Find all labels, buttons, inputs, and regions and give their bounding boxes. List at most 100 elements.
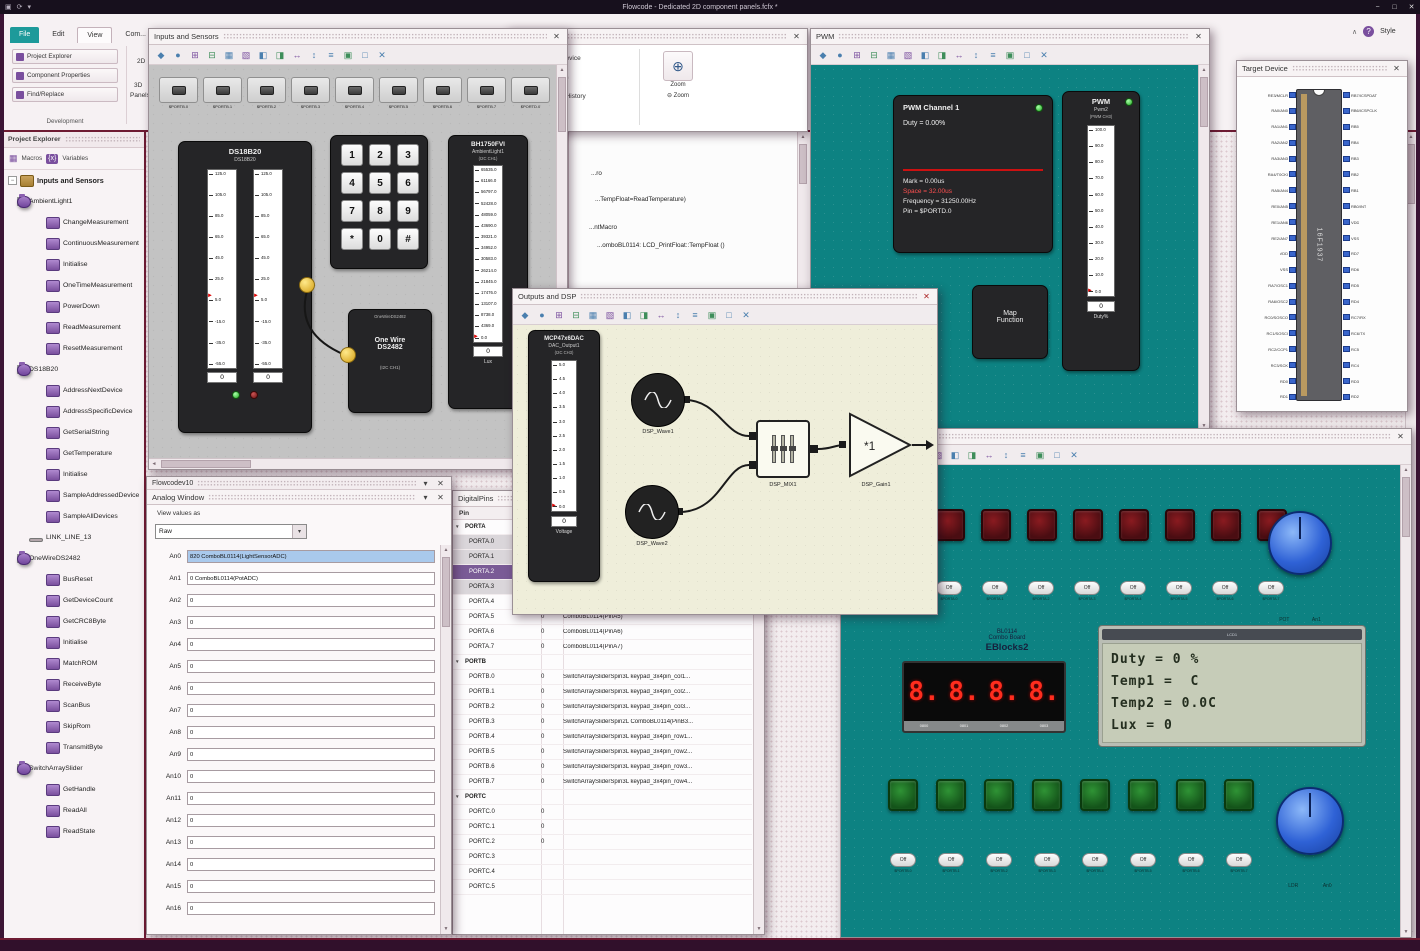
save-icon[interactable]: ⟳ — [17, 3, 23, 11]
pin-connector[interactable] — [1343, 266, 1350, 273]
chip-pin[interactable]: RC3/SCK — [1239, 361, 1296, 369]
off-toggle[interactable]: Off — [936, 581, 962, 595]
pwm-channel-component[interactable]: PWM Channel 1 Duty = 0.00% Mark = 0.00us… — [893, 95, 1053, 253]
red-led[interactable] — [1211, 509, 1241, 541]
collapse-icon[interactable]: ▾ — [420, 479, 431, 488]
chip-pin[interactable]: VDD — [1343, 218, 1403, 226]
tree-item[interactable]: GetTemperature — [4, 443, 144, 464]
panel-titlebar[interactable]: Target Device ✕ — [1237, 61, 1407, 77]
chip-pin[interactable]: RA5/AN4 — [1239, 186, 1296, 194]
pin-row[interactable]: PORTB.7 0 SwitchArraySliderSpin3L keypad… — [453, 775, 752, 790]
chip-pin[interactable]: RC2/CCP1 — [1239, 345, 1296, 353]
channel-value-field[interactable]: 0 — [187, 637, 435, 651]
close-button[interactable]: ✕ — [1403, 3, 1420, 11]
off-toggle[interactable]: Off — [1130, 853, 1156, 867]
toolbar-icon[interactable]: □ — [1050, 448, 1064, 462]
pin-row[interactable]: PORTC.1 0 — [453, 820, 752, 835]
toolbar-icon[interactable]: ▧ — [603, 308, 617, 322]
pin-connector[interactable] — [1343, 107, 1350, 114]
toolbar-icon[interactable]: ⊟ — [205, 48, 219, 62]
channel-value-field[interactable]: 0 — [187, 615, 435, 629]
channel-value-field[interactable]: 0 — [187, 857, 435, 871]
pin-connector[interactable] — [1289, 250, 1296, 257]
chip-pin[interactable]: RA2/AN2 — [1239, 139, 1296, 147]
off-toggle[interactable]: Off — [1226, 853, 1252, 867]
close-icon[interactable]: ✕ — [921, 292, 932, 301]
zoom-in-button[interactable]: ⊕ — [663, 51, 693, 81]
voltage-scale[interactable]: ► 5.0 4.5 4.0 3.5 3.0 2.5 2.0 1.5 1.0 0.5 0.0 — [551, 360, 577, 512]
tree-item[interactable]: Initialise — [4, 632, 144, 653]
chip-pin[interactable]: RC5 — [1343, 345, 1403, 353]
dsp-mix-component[interactable] — [756, 420, 810, 478]
chip-pin[interactable]: VSS — [1343, 234, 1403, 242]
panel-hscrollbar[interactable]: ◄ ► — [149, 458, 556, 469]
chip-pin[interactable]: RA0/AN0 — [1239, 107, 1296, 115]
pin-connector[interactable] — [1289, 139, 1296, 146]
pin-connector[interactable] — [1289, 314, 1296, 321]
toolbar-icon[interactable]: ≡ — [986, 48, 1000, 62]
toolbar-icon[interactable]: ⊟ — [569, 308, 583, 322]
macros-filter-label[interactable]: Macros — [22, 155, 43, 162]
pin-connector[interactable] — [1343, 346, 1350, 353]
channel-value-field[interactable]: 0 — [187, 835, 435, 849]
tree-item[interactable]: OneTimeMeasurement — [4, 275, 144, 296]
dock-titlebar[interactable]: Analog Window ▾ ✕ — [147, 490, 451, 505]
toolbar-icon[interactable]: ⊞ — [188, 48, 202, 62]
toolbar-icon[interactable]: □ — [722, 308, 736, 322]
pin-connector[interactable] — [1289, 282, 1296, 289]
toolbar-icon[interactable]: ◨ — [935, 48, 949, 62]
pin-connector[interactable] — [1289, 203, 1296, 210]
panel-titlebar[interactable]: Outputs and DSP ✕ — [513, 289, 937, 305]
green-button[interactable] — [984, 779, 1014, 811]
channel-value-field[interactable]: 0 — [187, 791, 435, 805]
help-icon[interactable]: ? — [1363, 26, 1375, 37]
chip-pin[interactable]: RE1/AN6 — [1239, 218, 1296, 226]
tree-item[interactable]: GetDeviceCount — [4, 590, 144, 611]
dsp-wave1-component[interactable] — [631, 373, 685, 427]
pin-row[interactable]: PORTA.7 0 ComboBL0114(PinA7) — [453, 640, 752, 655]
chip-pin[interactable]: RE3/MCLR — [1239, 91, 1296, 99]
close-icon[interactable]: ✕ — [1391, 64, 1402, 73]
tree-item[interactable]: LINK_LINE_13 — [4, 527, 144, 548]
collapse-icon[interactable]: ▾ — [420, 493, 431, 502]
toolbar-icon[interactable]: ◧ — [256, 48, 270, 62]
pin-connector[interactable] — [1343, 155, 1350, 162]
off-toggle[interactable]: Off — [986, 853, 1012, 867]
chip-pin[interactable]: RA4/T0CKI — [1239, 170, 1296, 178]
panel-scrollbar[interactable]: ▲ ▼ — [1198, 65, 1209, 431]
view-mode-dropdown[interactable]: Raw ▾ — [155, 524, 307, 539]
chip-pin[interactable]: RE0/AN5 — [1239, 202, 1296, 210]
pin-connector[interactable] — [1289, 107, 1296, 114]
ribbon-button[interactable]: Find/Replace — [12, 87, 118, 102]
off-toggle[interactable]: Off — [1074, 581, 1100, 595]
green-button[interactable] — [1176, 779, 1206, 811]
channel-value-field[interactable]: 0 — [187, 681, 435, 695]
green-button[interactable] — [1128, 779, 1158, 811]
toolbar-icon[interactable]: ● — [833, 48, 847, 62]
dac-component[interactable]: MCP47x6DAC DAC_Output1 (I2C CH3) ► 5.0 4.… — [528, 330, 600, 582]
chip-pin[interactable]: RB5 — [1343, 123, 1403, 131]
maximize-button[interactable]: □ — [1386, 4, 1403, 11]
off-toggle[interactable]: Off — [890, 853, 916, 867]
tree-item[interactable]: AddressNextDevice — [4, 380, 144, 401]
pwm-slider-component[interactable]: PWM Pwm2 (PWM CH3) ► 100.0 90.0 80.0 70.0 60… — [1062, 91, 1140, 371]
ldr-knob[interactable] — [1276, 787, 1344, 855]
chip-pin[interactable]: RC6/TX — [1343, 329, 1403, 337]
pin-row[interactable]: PORTC.4 — [453, 865, 752, 880]
toolbar-icon[interactable]: ▦ — [586, 308, 600, 322]
pin-connector[interactable] — [1343, 139, 1350, 146]
chip-pin[interactable]: RA1/AN1 — [1239, 123, 1296, 131]
chip-pin[interactable]: RB6/ICSPCLK — [1343, 107, 1403, 115]
tree-item[interactable]: Inputs and Sensors — [4, 170, 144, 191]
toolbar-icon[interactable]: ↕ — [307, 48, 321, 62]
ribbon-tab[interactable]: View — [77, 27, 113, 43]
tree-item[interactable]: ReadState — [4, 821, 144, 842]
pin-connector[interactable] — [1289, 378, 1296, 385]
close-icon[interactable]: ✕ — [435, 493, 446, 502]
pin-row[interactable]: PORTB — [453, 655, 752, 670]
chip-pin[interactable]: RD4 — [1343, 298, 1403, 306]
toolbar-icon[interactable]: ≡ — [1016, 448, 1030, 462]
channel-value-field[interactable]: 0 ComboBL0114(PotADC) — [187, 571, 435, 585]
group-arrow-icon[interactable] — [456, 659, 464, 665]
toolbar-icon[interactable]: ✕ — [1067, 448, 1081, 462]
